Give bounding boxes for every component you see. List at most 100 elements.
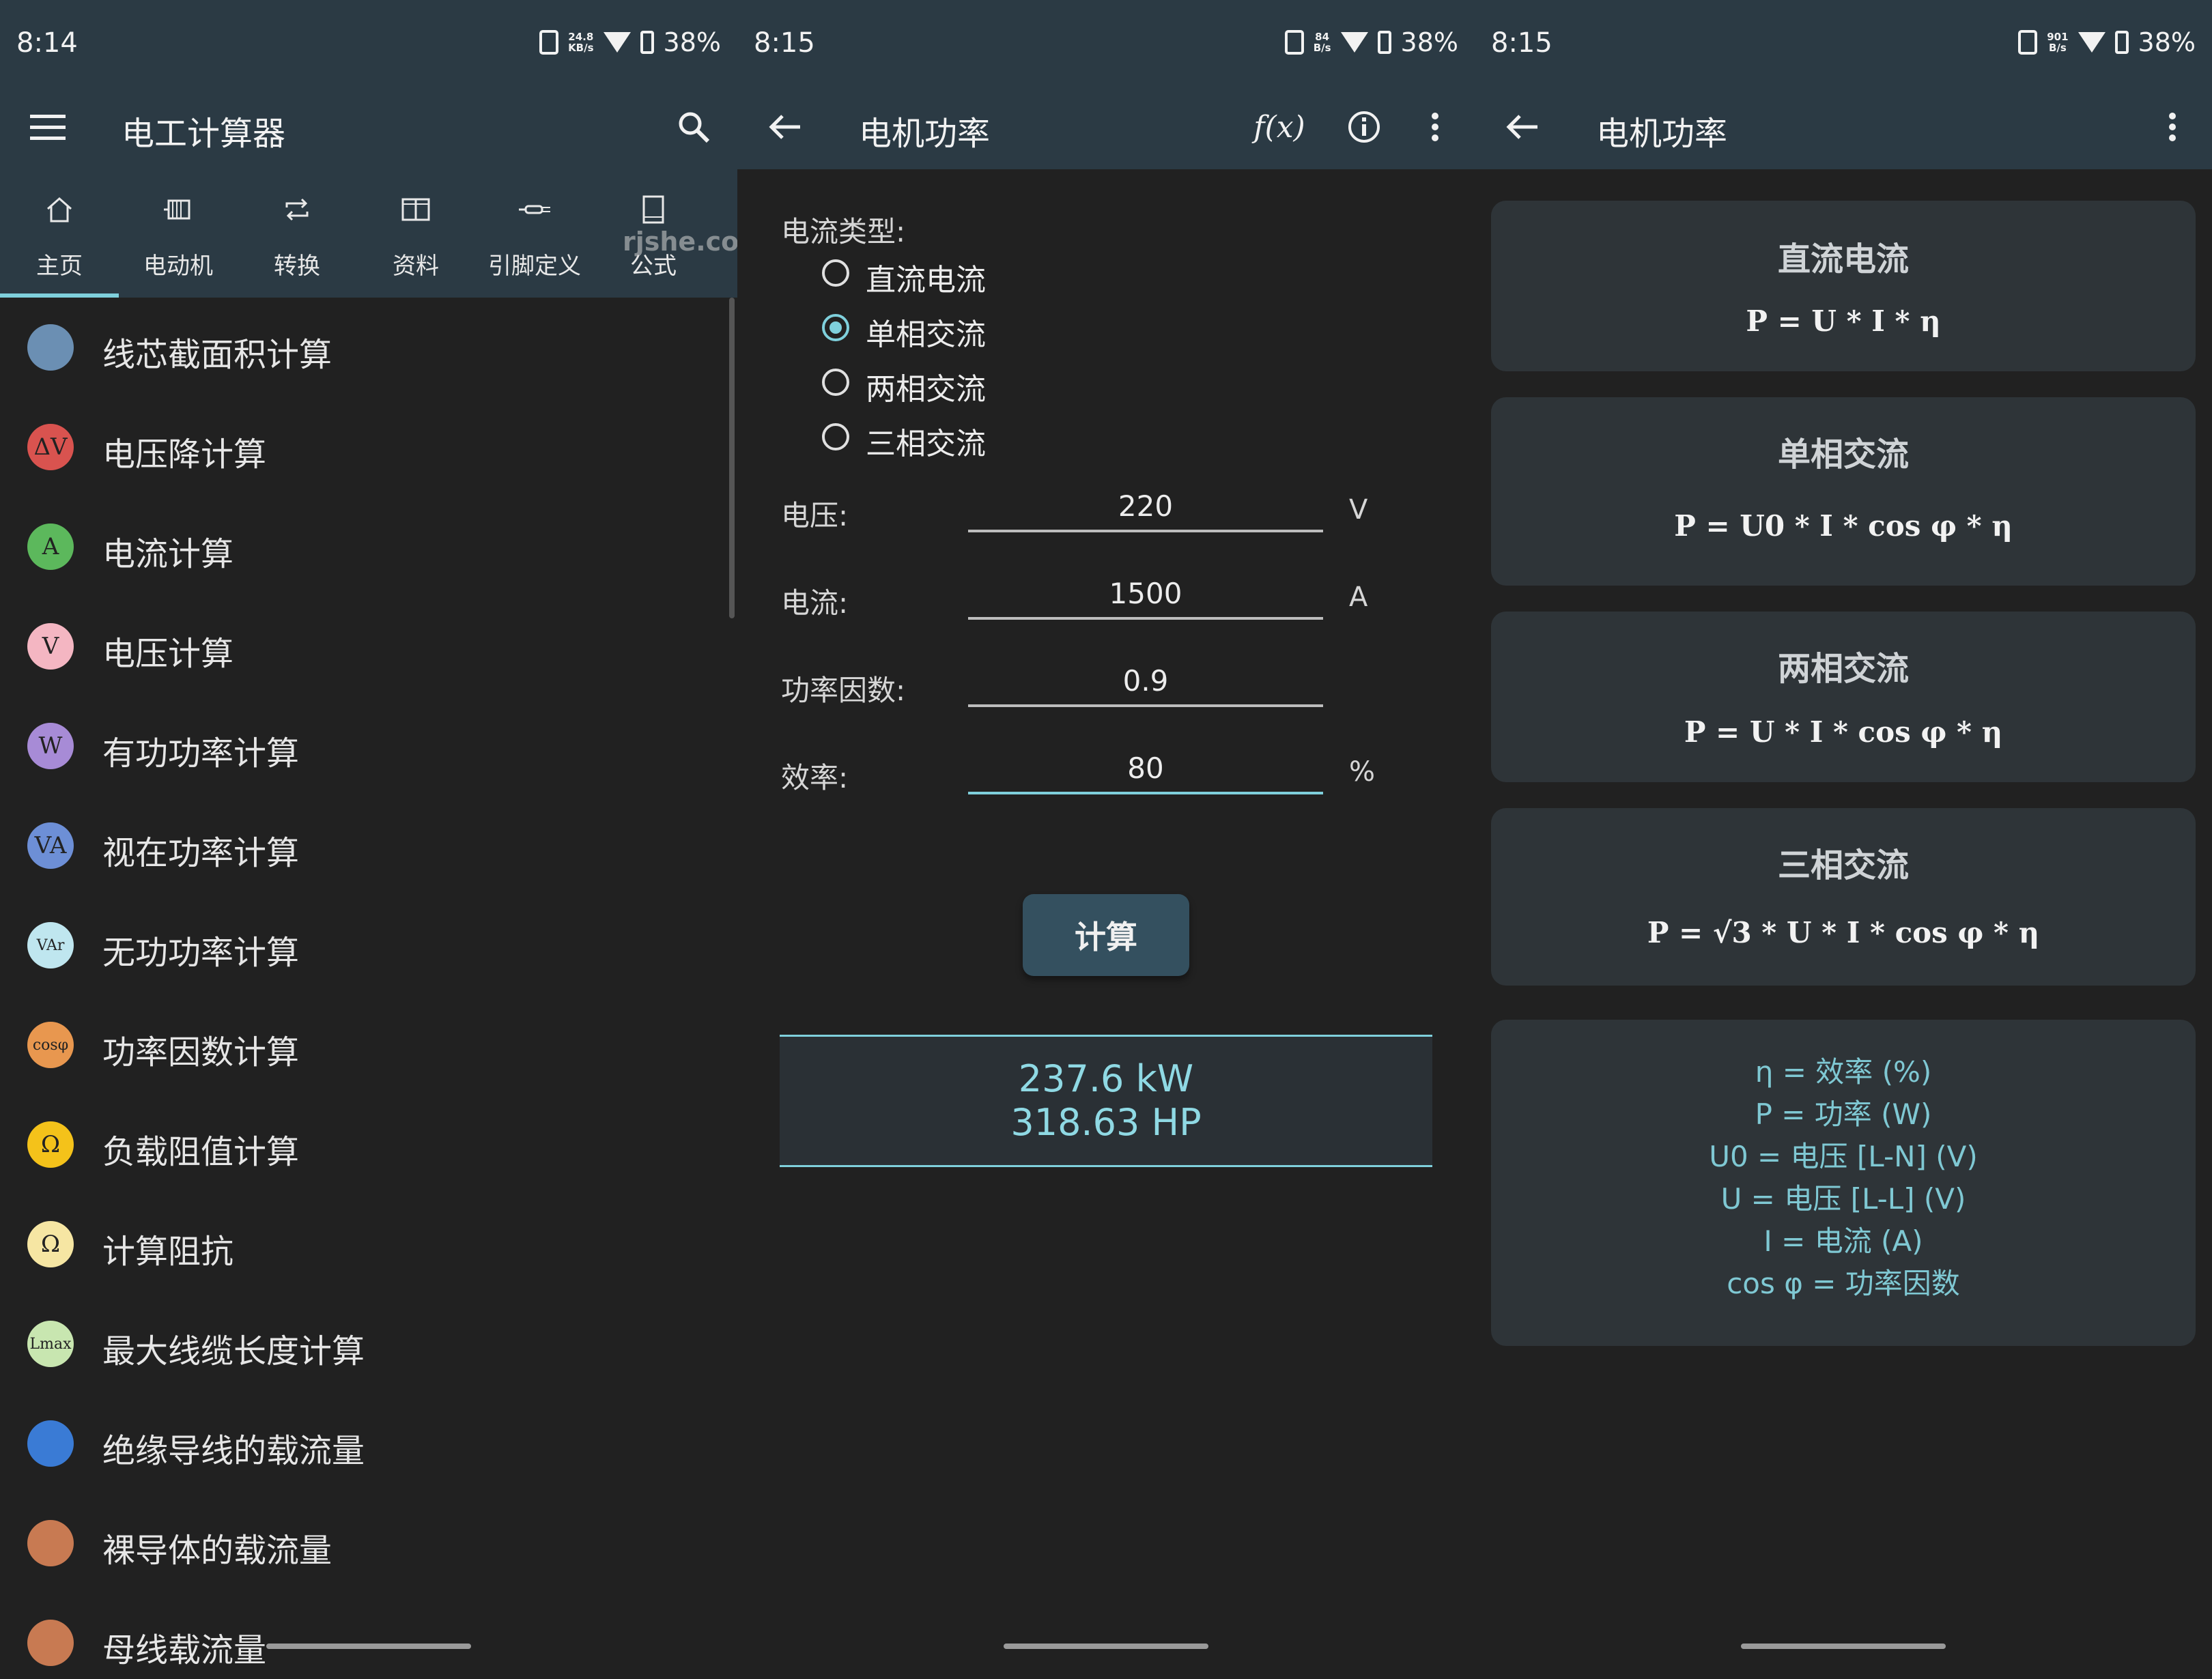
gesture-bar[interactable]	[1004, 1644, 1208, 1649]
current-unit: A	[1349, 582, 1368, 613]
power-factor-label: 功率因数:	[781, 674, 906, 707]
back-arrow-icon[interactable]	[1499, 104, 1546, 150]
formula-card-two-phase: 两相交流 P = U * I * cos φ * η	[1491, 612, 2196, 782]
radio-circle[interactable]	[822, 314, 849, 341]
current-type-label: 电流类型:	[781, 215, 906, 248]
list-item[interactable]: ΔV 电压降计算	[0, 397, 724, 497]
wifi-icon	[1340, 32, 1368, 53]
battery-icon	[2114, 31, 2129, 54]
efficiency-unit: %	[1349, 756, 1376, 788]
current-label: 电流:	[781, 586, 849, 620]
info-icon[interactable]	[1341, 104, 1387, 150]
status-bar: 8:14 24.8 KB/s 38%	[0, 0, 737, 85]
formula-icon[interactable]: f(x)	[1253, 104, 1305, 150]
list-item[interactable]: VA 视在功率计算	[0, 796, 724, 895]
radio-option[interactable]: 直流电流	[822, 251, 1095, 299]
calculator-icon: Lmax	[27, 1321, 74, 1367]
result-power-kw: 237.6 kW	[1018, 1057, 1194, 1100]
main-menu-screen: 8:14 24.8 KB/s 38% 电工计算器 主页 电动机 转换 资料 引脚…	[0, 0, 737, 1679]
card-formula: P = √3 * U * I * cos φ * η	[1647, 916, 2040, 949]
symbol-legend-card: η = 效率 (%) P = 功率 (W) U0 = 电压 [L-N] (V) U =…	[1491, 1020, 2196, 1346]
radio-circle[interactable]	[822, 369, 849, 396]
list-item[interactable]: 母线载流量	[0, 1593, 724, 1679]
calculator-icon: V	[27, 623, 74, 670]
list-item[interactable]: cosφ 功率因数计算	[0, 995, 724, 1095]
efficiency-input[interactable]	[968, 744, 1323, 792]
list-item[interactable]: Lmax 最大线缆长度计算	[0, 1294, 724, 1394]
voltage-field[interactable]	[968, 482, 1323, 532]
radio-option[interactable]: 三相交流	[822, 415, 1095, 463]
tab-convert[interactable]: 转换	[238, 169, 356, 298]
status-time: 8:15	[1491, 27, 1552, 59]
radio-label: 单相交流	[866, 317, 986, 352]
list-item[interactable]: 裸导体的载流量	[0, 1493, 724, 1593]
network-speed: 901 B/s	[2047, 31, 2069, 54]
list-item[interactable]: 线芯截面积计算	[0, 298, 724, 397]
tab-label: 资料	[393, 253, 439, 280]
power-factor-input[interactable]	[968, 657, 1323, 704]
list-item[interactable]: A 电流计算	[0, 497, 724, 597]
calculator-icon: W	[27, 723, 74, 769]
tab-home[interactable]: 主页	[0, 169, 119, 298]
list-item[interactable]: 绝缘导线的载流量	[0, 1394, 724, 1493]
home-icon	[47, 197, 72, 223]
formula-screen: 8:15 901 B/s 38% 电机功率 直流电流 P = U * I * η …	[1475, 0, 2212, 1679]
list-item-label: 视在功率计算	[102, 834, 300, 872]
current-field[interactable]	[968, 569, 1323, 620]
calculator-icon: ΔV	[27, 424, 74, 470]
list-item[interactable]: W 有功功率计算	[0, 696, 724, 796]
formula-card-single-phase: 单相交流 P = U0 * I * cos φ * η	[1491, 397, 2196, 586]
back-arrow-icon[interactable]	[762, 104, 808, 150]
efficiency-field[interactable]	[968, 744, 1323, 794]
menu-icon[interactable]	[25, 104, 71, 150]
tab-pinout[interactable]: 引脚定义	[475, 169, 594, 298]
battery-icon	[640, 31, 654, 54]
result-power-hp: 318.63 HP	[1010, 1101, 1202, 1144]
list-item-label: 最大线缆长度计算	[102, 1332, 365, 1371]
scrollbar[interactable]	[729, 298, 735, 618]
radio-option[interactable]: 两相交流	[822, 360, 1095, 408]
radio-option[interactable]: 单相交流	[822, 306, 1095, 354]
calculator-icon	[27, 324, 74, 371]
status-time: 8:15	[754, 27, 815, 59]
app-bar: 电机功率	[1475, 85, 2212, 169]
calculator-icon	[27, 1520, 74, 1566]
tab-label: 主页	[36, 253, 83, 280]
status-bar: 8:15 901 B/s 38%	[1475, 0, 2212, 85]
gesture-bar[interactable]	[266, 1644, 471, 1649]
radio-circle[interactable]	[822, 259, 849, 287]
voltage-input[interactable]	[968, 482, 1323, 530]
radio-label: 直流电流	[866, 263, 986, 298]
result-box: 237.6 kW 318.63 HP	[780, 1035, 1432, 1167]
formula-card-dc: 直流电流 P = U * I * η	[1491, 201, 2196, 371]
legend-line: P = 功率 (W)	[1755, 1097, 1932, 1131]
legend-line: U = 电压 [L-L] (V)	[1720, 1182, 1966, 1216]
list-item-label: 无功功率计算	[102, 934, 300, 972]
list-item[interactable]: VAr 无功功率计算	[0, 895, 724, 995]
repeat-icon	[285, 198, 309, 221]
more-vert-icon[interactable]	[2149, 104, 2196, 150]
search-icon[interactable]	[670, 104, 717, 150]
notebook-icon	[642, 195, 664, 224]
calculator-icon: A	[27, 523, 74, 570]
wifi-icon	[2078, 32, 2105, 53]
more-vert-icon[interactable]	[1412, 104, 1458, 150]
power-factor-field[interactable]	[968, 657, 1323, 707]
legend-line: U0 = 电压 [L-N] (V)	[1709, 1140, 1978, 1173]
voltage-label: 电压:	[781, 499, 849, 532]
radio-circle[interactable]	[822, 423, 849, 450]
list-item[interactable]: Ω 计算阻抗	[0, 1194, 724, 1294]
calculate-button[interactable]: 计算	[1023, 894, 1189, 976]
list-item[interactable]: V 电压计算	[0, 597, 724, 696]
list-item[interactable]: Ω 负载阻值计算	[0, 1095, 724, 1194]
tab-resources[interactable]: 资料	[356, 169, 475, 298]
card-title: 三相交流	[1777, 846, 1909, 885]
tab-label: 电动机	[143, 253, 213, 280]
card-title: 两相交流	[1777, 650, 1909, 688]
page-title: 电机功率	[859, 115, 991, 153]
current-input[interactable]	[968, 569, 1323, 617]
tab-motor[interactable]: 电动机	[119, 169, 238, 298]
app-bar: 电工计算器	[0, 85, 737, 169]
card-formula: P = U0 * I * cos φ * η	[1674, 509, 2013, 543]
gesture-bar[interactable]	[1741, 1644, 1946, 1649]
